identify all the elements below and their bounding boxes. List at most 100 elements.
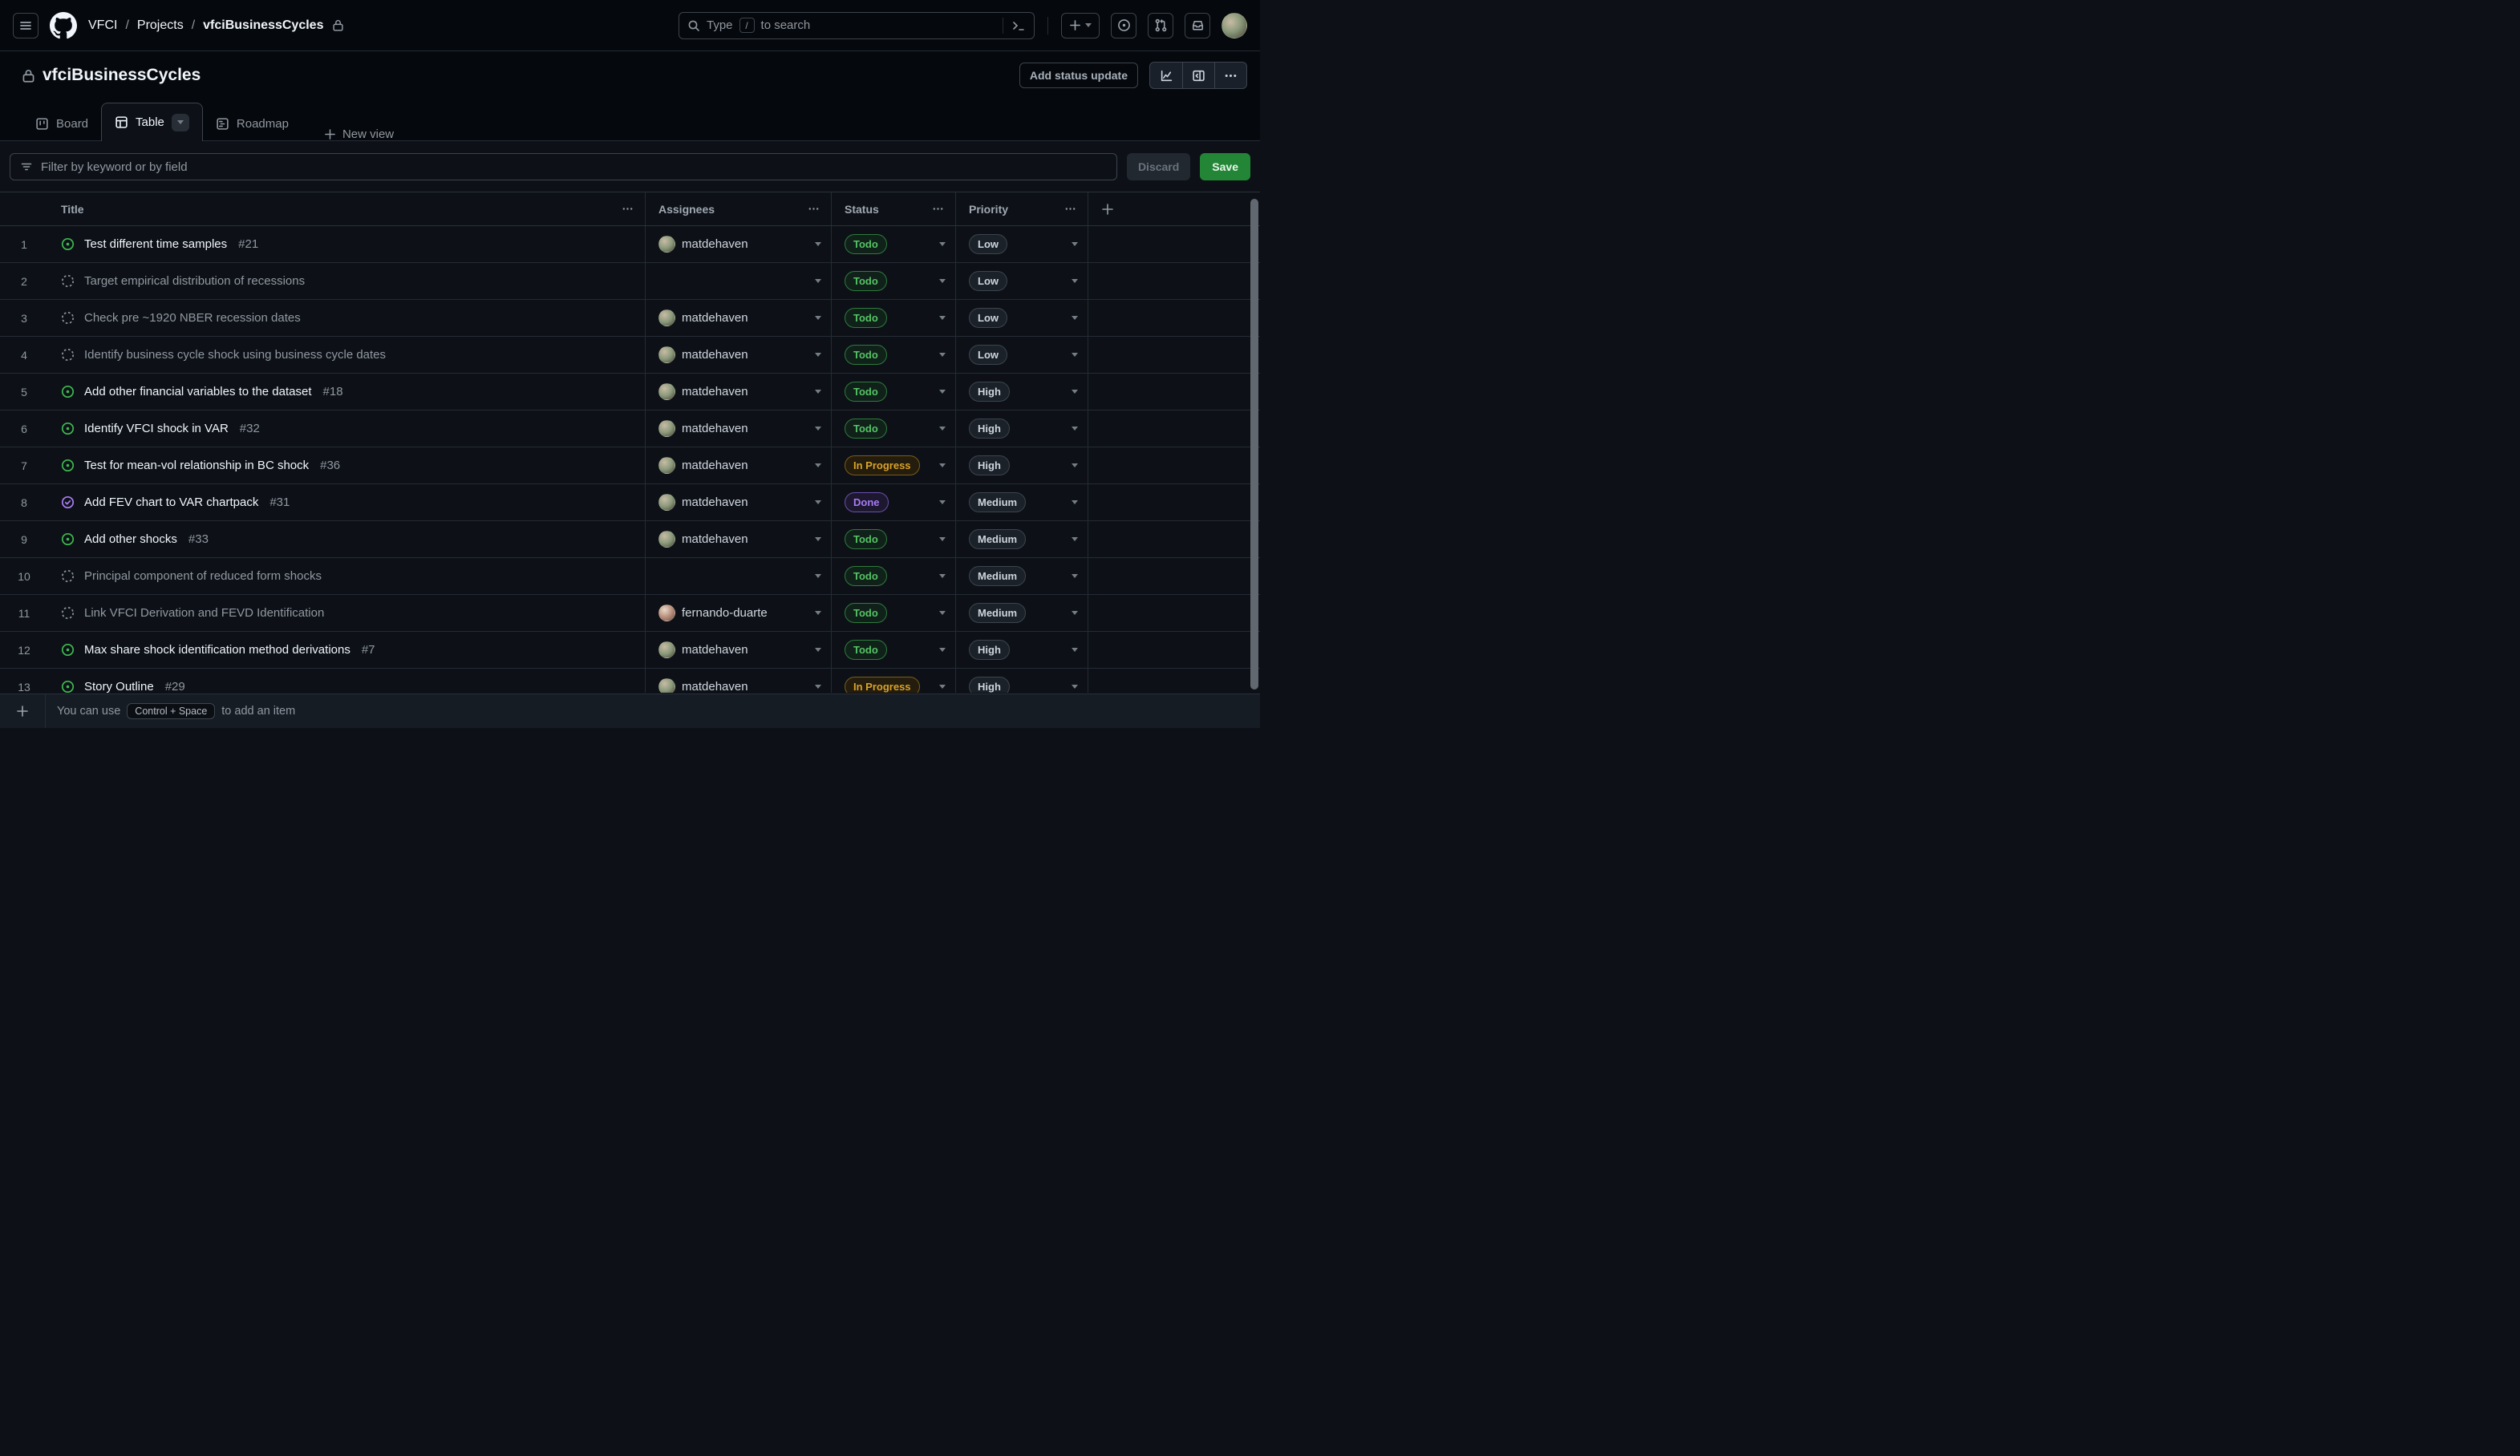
priority-cell[interactable]: Low: [956, 226, 1088, 262]
table-view-options-button[interactable]: [172, 114, 189, 131]
priority-cell[interactable]: High: [956, 669, 1088, 693]
item-title-cell[interactable]: Identify VFCI shock in VAR #32: [48, 411, 646, 447]
status-cell[interactable]: Todo: [832, 558, 956, 594]
status-cell[interactable]: Todo: [832, 521, 956, 557]
pull-requests-button[interactable]: [1148, 13, 1173, 38]
status-cell[interactable]: Todo: [832, 411, 956, 447]
item-title-cell[interactable]: Add other financial variables to the dat…: [48, 374, 646, 410]
assignees-cell[interactable]: [646, 263, 832, 299]
item-title-cell[interactable]: Add other shocks #33: [48, 521, 646, 557]
item-title[interactable]: Max share shock identification method de…: [84, 643, 350, 657]
status-cell[interactable]: Todo: [832, 595, 956, 631]
priority-cell[interactable]: High: [956, 447, 1088, 483]
assignees-cell[interactable]: matdehaven: [646, 484, 832, 520]
priority-cell[interactable]: Medium: [956, 558, 1088, 594]
priority-cell[interactable]: High: [956, 632, 1088, 668]
column-menu-icon[interactable]: [808, 203, 820, 215]
assignees-cell[interactable]: matdehaven: [646, 632, 832, 668]
status-cell[interactable]: In Progress: [832, 447, 956, 483]
item-title[interactable]: Story Outline: [84, 680, 154, 693]
assignees-cell[interactable]: matdehaven: [646, 300, 832, 336]
assignees-cell[interactable]: matdehaven: [646, 521, 832, 557]
command-palette-icon[interactable]: [1011, 19, 1026, 32]
tab-table[interactable]: Table: [101, 103, 203, 141]
inbox-button[interactable]: [1185, 13, 1210, 38]
priority-cell[interactable]: High: [956, 374, 1088, 410]
column-header-status[interactable]: Status: [832, 192, 956, 225]
assignees-cell[interactable]: matdehaven: [646, 374, 832, 410]
status-cell[interactable]: Done: [832, 484, 956, 520]
item-title[interactable]: Check pre ~1920 NBER recession dates: [84, 311, 301, 325]
item-title[interactable]: Principal component of reduced form shoc…: [84, 569, 322, 583]
column-menu-icon[interactable]: [1064, 203, 1076, 215]
assignees-cell[interactable]: matdehaven: [646, 411, 832, 447]
tab-board[interactable]: Board: [22, 106, 101, 141]
assignees-cell[interactable]: matdehaven: [646, 669, 832, 693]
column-menu-icon[interactable]: [622, 203, 634, 215]
item-title[interactable]: Add other financial variables to the dat…: [84, 385, 312, 398]
github-logo[interactable]: [50, 12, 77, 39]
global-search-input[interactable]: Type / to search: [679, 12, 1035, 39]
save-button[interactable]: Save: [1200, 153, 1250, 180]
column-menu-icon[interactable]: [932, 203, 944, 215]
status-cell[interactable]: Todo: [832, 632, 956, 668]
issues-button[interactable]: [1111, 13, 1136, 38]
item-title-cell[interactable]: Story Outline #29: [48, 669, 646, 693]
hamburger-menu-button[interactable]: [13, 13, 38, 38]
status-cell[interactable]: Todo: [832, 300, 956, 336]
item-title[interactable]: Identify business cycle shock using busi…: [84, 348, 386, 362]
item-title[interactable]: Identify VFCI shock in VAR: [84, 422, 229, 435]
item-title-cell[interactable]: Check pre ~1920 NBER recession dates: [48, 300, 646, 336]
item-title-cell[interactable]: Target empirical distribution of recessi…: [48, 263, 646, 299]
item-title-cell[interactable]: Link VFCI Derivation and FEVD Identifica…: [48, 595, 646, 631]
side-panel-button[interactable]: [1182, 63, 1214, 88]
assignees-cell[interactable]: matdehaven: [646, 226, 832, 262]
new-view-button[interactable]: New view: [324, 127, 394, 141]
status-cell[interactable]: Todo: [832, 337, 956, 373]
item-title[interactable]: Target empirical distribution of recessi…: [84, 274, 305, 288]
priority-cell[interactable]: Low: [956, 300, 1088, 336]
assignees-cell[interactable]: matdehaven: [646, 447, 832, 483]
item-title[interactable]: Test for mean-vol relationship in BC sho…: [84, 459, 309, 472]
filter-input[interactable]: Filter by keyword or by field: [10, 153, 1117, 180]
breadcrumb-org[interactable]: VFCI: [88, 18, 117, 33]
priority-cell[interactable]: Low: [956, 337, 1088, 373]
insights-button[interactable]: [1150, 63, 1182, 88]
add-status-update-button[interactable]: Add status update: [1019, 63, 1138, 88]
project-menu-button[interactable]: [1214, 63, 1246, 88]
item-title-cell[interactable]: Add FEV chart to VAR chartpack #31: [48, 484, 646, 520]
column-header-assignees[interactable]: Assignees: [646, 192, 832, 225]
add-column-button[interactable]: [1088, 192, 1260, 225]
priority-cell[interactable]: Medium: [956, 521, 1088, 557]
item-title-cell[interactable]: Principal component of reduced form shoc…: [48, 558, 646, 594]
column-header-title[interactable]: Title: [48, 192, 646, 225]
user-avatar[interactable]: [1222, 13, 1247, 38]
add-item-button[interactable]: [0, 694, 45, 728]
assignees-cell[interactable]: matdehaven: [646, 337, 832, 373]
assignees-cell[interactable]: [646, 558, 832, 594]
assignees-cell[interactable]: fernando-duarte: [646, 595, 832, 631]
column-header-priority[interactable]: Priority: [956, 192, 1088, 225]
item-title[interactable]: Add other shocks: [84, 532, 177, 546]
status-cell[interactable]: In Progress: [832, 669, 956, 693]
item-title[interactable]: Test different time samples: [84, 237, 227, 251]
item-title-cell[interactable]: Test for mean-vol relationship in BC sho…: [48, 447, 646, 483]
create-new-button[interactable]: [1061, 13, 1100, 38]
breadcrumb-projects[interactable]: Projects: [137, 18, 184, 33]
item-title[interactable]: Add FEV chart to VAR chartpack: [84, 495, 258, 509]
status-cell[interactable]: Todo: [832, 374, 956, 410]
item-title-cell[interactable]: Test different time samples #21: [48, 226, 646, 262]
discard-button[interactable]: Discard: [1127, 153, 1190, 180]
priority-cell[interactable]: Medium: [956, 595, 1088, 631]
priority-cell[interactable]: High: [956, 411, 1088, 447]
status-cell[interactable]: Todo: [832, 226, 956, 262]
item-title[interactable]: Link VFCI Derivation and FEVD Identifica…: [84, 606, 324, 620]
tab-roadmap[interactable]: Roadmap: [203, 106, 302, 141]
status-cell[interactable]: Todo: [832, 263, 956, 299]
priority-cell[interactable]: Low: [956, 263, 1088, 299]
priority-cell[interactable]: Medium: [956, 484, 1088, 520]
item-title-cell[interactable]: Identify business cycle shock using busi…: [48, 337, 646, 373]
item-title-cell[interactable]: Max share shock identification method de…: [48, 632, 646, 668]
breadcrumb-project-name[interactable]: vfciBusinessCycles: [203, 18, 323, 33]
vertical-scrollbar[interactable]: [1250, 199, 1258, 690]
